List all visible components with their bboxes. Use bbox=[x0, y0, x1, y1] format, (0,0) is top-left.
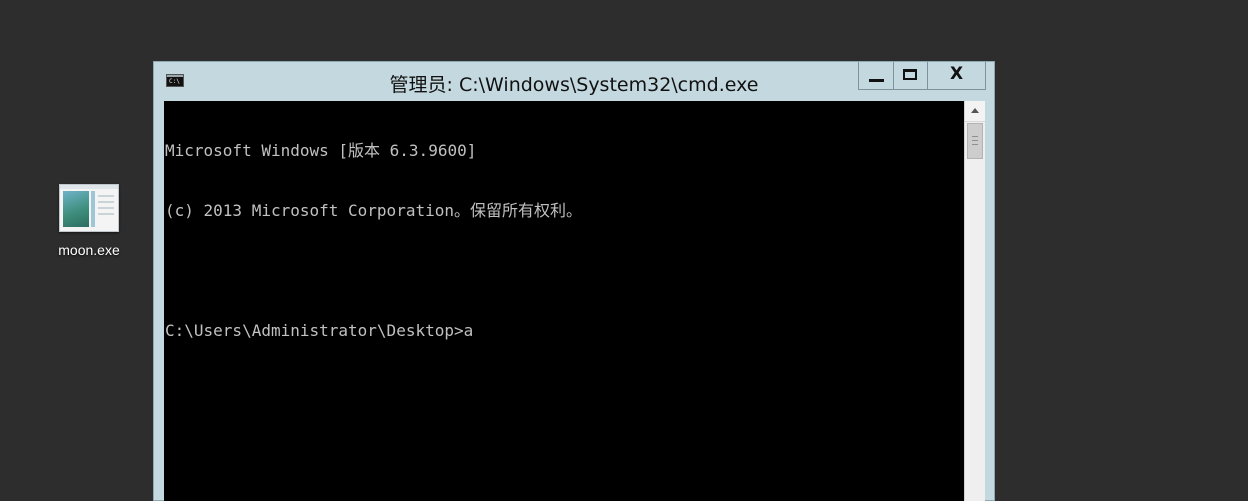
minimize-icon bbox=[869, 79, 884, 82]
desktop-icon-moon-exe[interactable]: moon.exe bbox=[44, 184, 134, 258]
window-controls: X bbox=[858, 62, 986, 90]
title-bar[interactable]: C:\ 管理员: C:\Windows\System32\cmd.exe X bbox=[154, 62, 994, 100]
minimize-button[interactable] bbox=[859, 62, 893, 89]
application-window-icon bbox=[59, 184, 119, 232]
cmd-window: C:\ 管理员: C:\Windows\System32\cmd.exe X M… bbox=[153, 61, 995, 501]
console-line: (c) 2013 Microsoft Corporation。保留所有权利。 bbox=[165, 201, 582, 220]
console-line: Microsoft Windows [版本 6.3.9600] bbox=[165, 141, 477, 160]
desktop-icon-label: moon.exe bbox=[58, 242, 120, 258]
vertical-scrollbar[interactable] bbox=[964, 101, 985, 501]
maximize-button[interactable] bbox=[893, 62, 927, 89]
close-icon: X bbox=[949, 64, 964, 84]
close-button[interactable]: X bbox=[927, 62, 985, 89]
console-prompt-line[interactable]: C:\Users\Administrator\Desktop>a bbox=[165, 321, 964, 341]
scroll-up-arrow-icon[interactable] bbox=[965, 101, 985, 122]
maximize-icon bbox=[903, 69, 917, 80]
scroll-thumb[interactable] bbox=[967, 123, 983, 159]
console-output[interactable]: Microsoft Windows [版本 6.3.9600] (c) 2013… bbox=[164, 101, 964, 501]
